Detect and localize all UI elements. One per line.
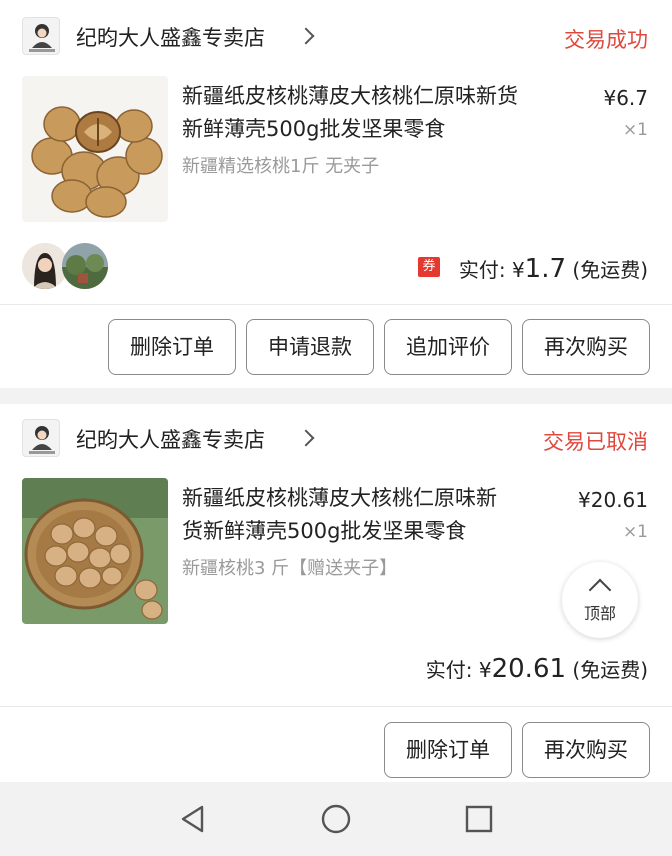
- shipping-note: (免运费): [566, 258, 648, 282]
- product-price: ¥20.61: [578, 488, 648, 512]
- paid-label: 实付:: [425, 658, 479, 682]
- product-title-line[interactable]: 新疆纸皮核桃薄皮大核桃仁原味新: [182, 482, 497, 515]
- shop-logo[interactable]: [22, 419, 60, 457]
- order-card: 纪昀大人盛鑫专卖店 交易成功 新疆纸皮核桃薄皮大核桃仁原味新货 新鲜薄壳500g…: [0, 0, 672, 388]
- paid-value: 20.61: [491, 654, 567, 684]
- shop-logo[interactable]: [22, 17, 60, 55]
- refund-button[interactable]: 申请退款: [246, 319, 374, 375]
- product-quantity: ×1: [622, 120, 648, 140]
- back-icon[interactable]: [178, 804, 208, 834]
- product-price: ¥6.7: [603, 86, 648, 110]
- buy-again-button[interactable]: 再次购买: [522, 722, 650, 778]
- back-to-top-button[interactable]: 顶部: [562, 562, 638, 638]
- shop-name[interactable]: 纪昀大人盛鑫专卖店: [76, 22, 265, 52]
- paid-value: 1.7: [524, 254, 567, 284]
- product-title-line[interactable]: 新疆纸皮核桃薄皮大核桃仁原味新货: [182, 80, 518, 113]
- product-sku: 新疆精选核桃1斤 无夹子: [182, 156, 380, 177]
- paid-amount: 实付: ¥1.7 (免运费): [459, 254, 648, 284]
- chevron-up-icon: [588, 578, 612, 602]
- product-title-line[interactable]: 新鲜薄壳500g批发坚果零食: [182, 113, 445, 146]
- chevron-right-icon[interactable]: [297, 27, 315, 45]
- avatar[interactable]: [62, 243, 108, 289]
- divider: [0, 706, 672, 707]
- paid-amount: 实付: ¥20.61 (免运费): [426, 654, 648, 684]
- order-status: 交易成功: [564, 28, 648, 52]
- system-nav-bar: [0, 782, 672, 856]
- shop-name[interactable]: 纪昀大人盛鑫专卖店: [76, 424, 265, 454]
- divider: [0, 304, 672, 305]
- product-image[interactable]: [22, 478, 168, 624]
- order-status: 交易已取消: [543, 430, 648, 454]
- paid-label: 实付:: [458, 258, 512, 282]
- product-title-line[interactable]: 货新鲜薄壳500g批发坚果零食: [182, 515, 466, 548]
- product-image[interactable]: [22, 76, 168, 222]
- paid-currency: ¥: [478, 658, 492, 682]
- paid-currency: ¥: [511, 258, 525, 282]
- coupon-icon: 券: [418, 257, 440, 277]
- back-to-top-label: 顶部: [583, 604, 616, 623]
- add-review-button[interactable]: 追加评价: [384, 319, 512, 375]
- chevron-right-icon[interactable]: [297, 429, 315, 447]
- delete-order-button[interactable]: 删除订单: [108, 319, 236, 375]
- recents-icon[interactable]: [465, 805, 493, 833]
- delete-order-button[interactable]: 删除订单: [384, 722, 512, 778]
- home-icon[interactable]: [320, 803, 352, 835]
- buy-again-button[interactable]: 再次购买: [522, 319, 650, 375]
- product-sku: 新疆核桃3 斤【赠送夹子】: [182, 558, 398, 579]
- product-quantity: ×1: [622, 522, 648, 542]
- shipping-note: (免运费): [566, 658, 648, 682]
